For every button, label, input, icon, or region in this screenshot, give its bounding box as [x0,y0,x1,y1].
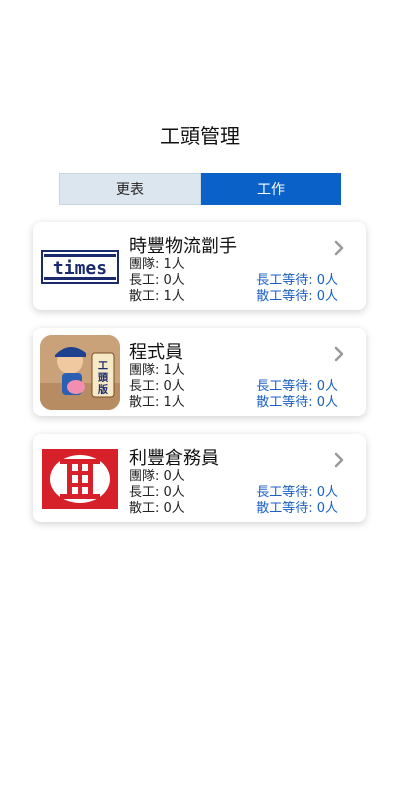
casual-wait-count: 散工等待: 0人 [256,289,338,304]
chevron-right-icon[interactable] [334,346,344,362]
chevron-right-icon[interactable] [334,452,344,468]
segmented-control: 更表 工作 [59,173,341,205]
tab-schedule[interactable]: 更表 [59,173,201,205]
company-card[interactable]: 工 頭 版 程式員 團隊: 1人 長工: 0人 散工: 1人 長工等待: 0人 … [33,328,366,416]
svg-text:頭: 頭 [98,372,109,384]
casual-wait-count: 散工等待: 0人 [256,501,338,516]
worker-app-logo: 工 頭 版 [40,335,120,410]
tab-work[interactable]: 工作 [201,173,341,205]
chevron-right-icon[interactable] [334,240,344,256]
casual-work-count: 散工: 1人 [129,395,185,410]
li-fung-logo [40,441,120,516]
casual-work-count: 散工: 1人 [129,289,185,304]
svg-text:版: 版 [98,383,108,396]
page-title: 工頭管理 [160,124,240,148]
times-logo: times [40,229,120,304]
company-card[interactable]: times 時豐物流劏手 團隊: 1人 長工: 0人 散工: 1人 長工等待: … [33,222,366,310]
times-logo-text: times [53,258,107,279]
company-card[interactable]: 利豐倉務員 團隊: 0人 長工: 0人 散工: 0人 長工等待: 0人 散工等待… [33,434,366,522]
casual-work-count: 散工: 0人 [129,501,185,516]
svg-text:工: 工 [98,361,108,372]
casual-wait-count: 散工等待: 0人 [256,395,338,410]
